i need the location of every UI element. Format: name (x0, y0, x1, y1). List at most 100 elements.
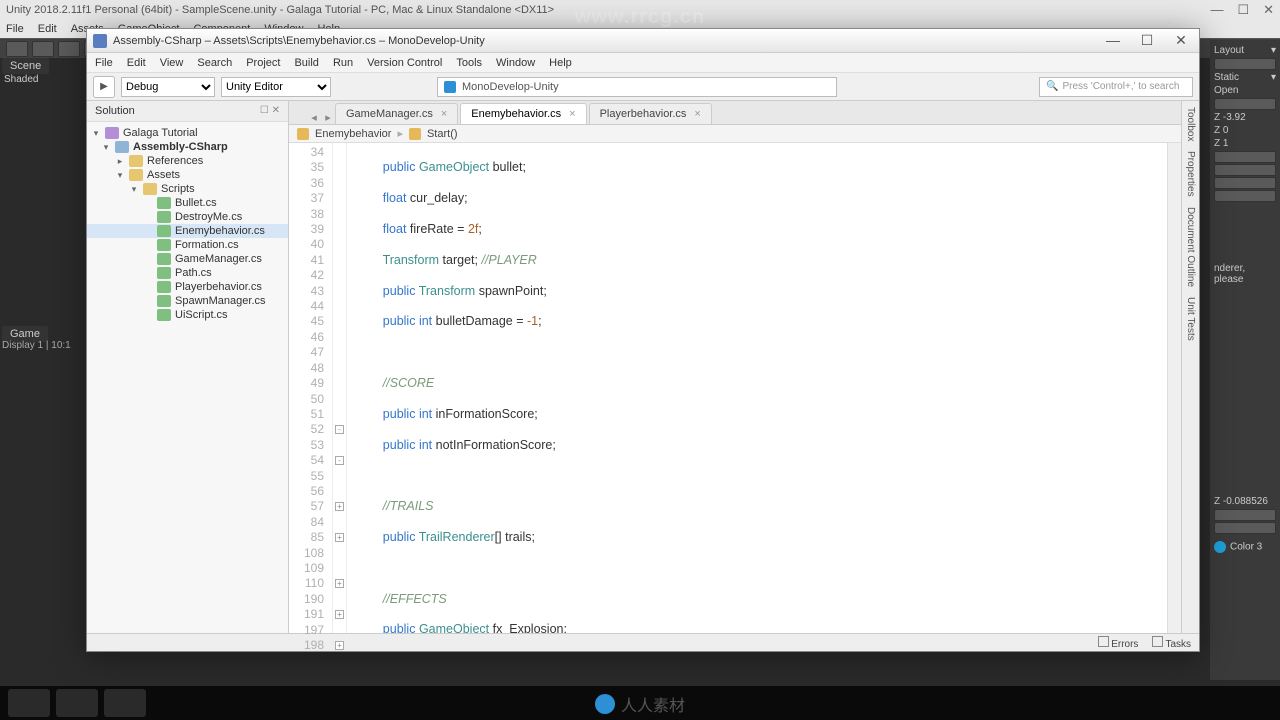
inspector-button[interactable] (1214, 58, 1276, 70)
target-select[interactable]: Unity Editor (221, 77, 331, 97)
z-position-field[interactable]: Z -0.088526 (1214, 496, 1268, 507)
unity-menu-edit[interactable]: Edit (38, 23, 57, 35)
search-icon: 🔍 (1046, 81, 1058, 92)
shading-mode[interactable]: Shaded (4, 74, 38, 85)
unit-tests-pad[interactable]: Unit Tests (1185, 297, 1196, 341)
breadcrumb[interactable]: Enemybehavior ▸ Start() (289, 125, 1181, 143)
hand-tool-icon[interactable] (6, 41, 28, 57)
md-menu-vcs[interactable]: Version Control (367, 57, 442, 69)
md-menu-bar: File Edit View Search Project Build Run … (87, 53, 1199, 73)
status-display: MonoDevelop-Unity (437, 77, 837, 97)
play-button[interactable]: ▶ (93, 76, 115, 98)
tab-nav-back-icon[interactable]: ◂ (307, 111, 321, 124)
md-menu-tools[interactable]: Tools (456, 57, 482, 69)
errors-checkbox[interactable] (1098, 636, 1109, 647)
md-menu-view[interactable]: View (160, 57, 184, 69)
component-gear-icon-5[interactable] (1214, 190, 1276, 202)
md-title-bar[interactable]: Assembly-CSharp – Assets\Scripts\Enemybe… (87, 29, 1199, 53)
tab-close-icon[interactable]: × (694, 108, 700, 120)
breadcrumb-method[interactable]: Start() (427, 128, 458, 140)
md-menu-window[interactable]: Window (496, 57, 535, 69)
tree-file[interactable]: Bullet.cs (87, 196, 288, 210)
tree-file[interactable]: DestroyMe.cs (87, 210, 288, 224)
tree-file[interactable]: Playerbehavior.cs (87, 280, 288, 294)
unity-close-icon[interactable]: ✕ (1263, 2, 1274, 18)
md-minimize-icon[interactable]: — (1101, 32, 1125, 49)
tree-scripts[interactable]: ▾Scripts (87, 182, 288, 196)
tasks-label[interactable]: Tasks (1165, 639, 1191, 650)
md-toolbar: ▶ Debug Unity Editor MonoDevelop-Unity 🔍… (87, 73, 1199, 101)
errors-label[interactable]: Errors (1111, 639, 1138, 650)
code-editor[interactable]: public GameObject bullet; float cur_dela… (347, 143, 1167, 633)
tree-references[interactable]: ▸References (87, 154, 288, 168)
static-checkbox[interactable]: Static (1214, 72, 1239, 83)
z-field-b[interactable]: Z 1 (1214, 138, 1228, 149)
md-menu-search[interactable]: Search (197, 57, 232, 69)
editor-tabs: ◂ ▸ GameManager.cs× Enemybehavior.cs× Pl… (289, 101, 1181, 125)
tab-close-icon[interactable]: × (569, 108, 575, 120)
tree-solution[interactable]: ▾Galaga Tutorial (87, 126, 288, 140)
unity-menu-file[interactable]: File (6, 23, 24, 35)
tab-nav-fwd-icon[interactable]: ▸ (321, 111, 335, 124)
layout-dropdown[interactable]: Layout (1214, 45, 1244, 56)
md-menu-run[interactable]: Run (333, 57, 353, 69)
open-button[interactable]: Open (1214, 85, 1238, 96)
md-menu-file[interactable]: File (95, 57, 113, 69)
tab-enemybehavior[interactable]: Enemybehavior.cs× (460, 103, 586, 124)
watermark-url: www.rrcg.cn (575, 6, 705, 29)
tree-file-selected[interactable]: Enemybehavior.cs (87, 224, 288, 238)
tasks-checkbox[interactable] (1152, 636, 1163, 647)
inspector-panel: Layout▾ Static▾ Open Z -3.92 Z 0 Z 1 nde… (1210, 40, 1280, 680)
md-menu-project[interactable]: Project (246, 57, 280, 69)
tree-file[interactable]: UiScript.cs (87, 308, 288, 322)
tree-file[interactable]: Formation.cs (87, 238, 288, 252)
tab-playerbehavior[interactable]: Playerbehavior.cs× (589, 103, 712, 124)
brand-icon (595, 694, 615, 714)
md-status-bar: Errors Tasks (87, 633, 1199, 651)
tree-assets[interactable]: ▾Assets (87, 168, 288, 182)
md-menu-help[interactable]: Help (549, 57, 572, 69)
monodevelop-icon (93, 34, 107, 48)
component-gear-icon[interactable] (1214, 98, 1276, 110)
tree-file[interactable]: GameManager.cs (87, 252, 288, 266)
breadcrumb-class[interactable]: Enemybehavior (315, 128, 391, 140)
tab-gamemanager[interactable]: GameManager.cs× (335, 103, 458, 124)
rotate-tool-icon[interactable] (58, 41, 80, 57)
taskbar-item[interactable] (8, 689, 50, 717)
display-selector[interactable]: Display 1 | 10:1 (2, 340, 71, 351)
md-close-icon[interactable]: ✕ (1169, 32, 1193, 49)
fold-gutter[interactable]: - - + + + + + (333, 143, 347, 633)
md-menu-build[interactable]: Build (294, 57, 318, 69)
component-gear-icon-2[interactable] (1214, 151, 1276, 163)
search-placeholder: Press 'Control+,' to search (1062, 81, 1179, 92)
solution-tree: ▾Galaga Tutorial ▾Assembly-CSharp ▸Refer… (87, 122, 288, 326)
component-gear-icon-6[interactable] (1214, 509, 1276, 521)
md-maximize-icon[interactable]: ☐ (1135, 32, 1159, 49)
properties-pad[interactable]: Properties (1185, 151, 1196, 197)
component-gear-icon-3[interactable] (1214, 164, 1276, 176)
doc-outline-pad[interactable]: Document Outline (1185, 207, 1196, 287)
status-text: MonoDevelop-Unity (462, 81, 559, 93)
scene-tab[interactable]: Scene (2, 58, 49, 74)
unity-minimize-icon[interactable]: — (1210, 2, 1223, 18)
right-tool-strip: Toolbox Properties Document Outline Unit… (1181, 101, 1199, 633)
tab-close-icon[interactable]: × (441, 108, 447, 120)
vertical-scrollbar[interactable] (1167, 143, 1181, 633)
z-rotation-field[interactable]: Z -3.92 (1214, 112, 1246, 123)
md-menu-edit[interactable]: Edit (127, 57, 146, 69)
tree-file[interactable]: Path.cs (87, 266, 288, 280)
taskbar-item[interactable] (56, 689, 98, 717)
tree-project[interactable]: ▾Assembly-CSharp (87, 140, 288, 154)
config-select[interactable]: Debug (121, 77, 215, 97)
unity-maximize-icon[interactable]: ☐ (1237, 2, 1249, 18)
toolbox-pad[interactable]: Toolbox (1185, 107, 1196, 141)
move-tool-icon[interactable] (32, 41, 54, 57)
global-search[interactable]: 🔍 Press 'Control+,' to search (1039, 77, 1193, 97)
z-field-a[interactable]: Z 0 (1214, 125, 1228, 136)
component-gear-icon-7[interactable] (1214, 522, 1276, 534)
taskbar-item[interactable] (104, 689, 146, 717)
tree-file[interactable]: SpawnManager.cs (87, 294, 288, 308)
color-swatch-icon[interactable] (1214, 541, 1226, 553)
pad-pin-icon[interactable]: ☐ ✕ (260, 105, 280, 117)
component-gear-icon-4[interactable] (1214, 177, 1276, 189)
